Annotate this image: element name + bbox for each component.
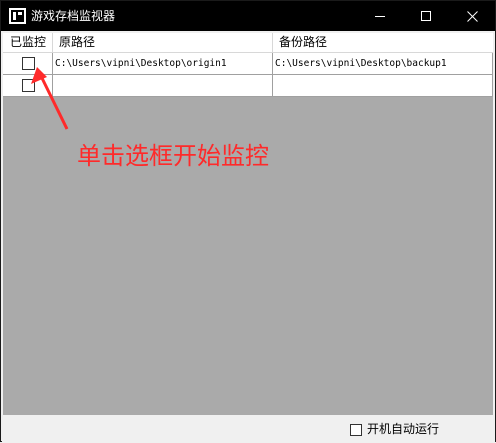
app-window: 游戏存档监视器 已监控 原路径 备份路径 C:\Users\vipni\Desk… [0, 0, 496, 442]
annotation-arrow-icon [31, 67, 69, 130]
autostart-checkbox[interactable] [350, 424, 362, 436]
footer-bar: 开机自动运行 [2, 415, 495, 442]
autostart-label[interactable]: 开机自动运行 [367, 421, 439, 437]
annotation-text: 单击选框开始监控 [77, 142, 269, 170]
